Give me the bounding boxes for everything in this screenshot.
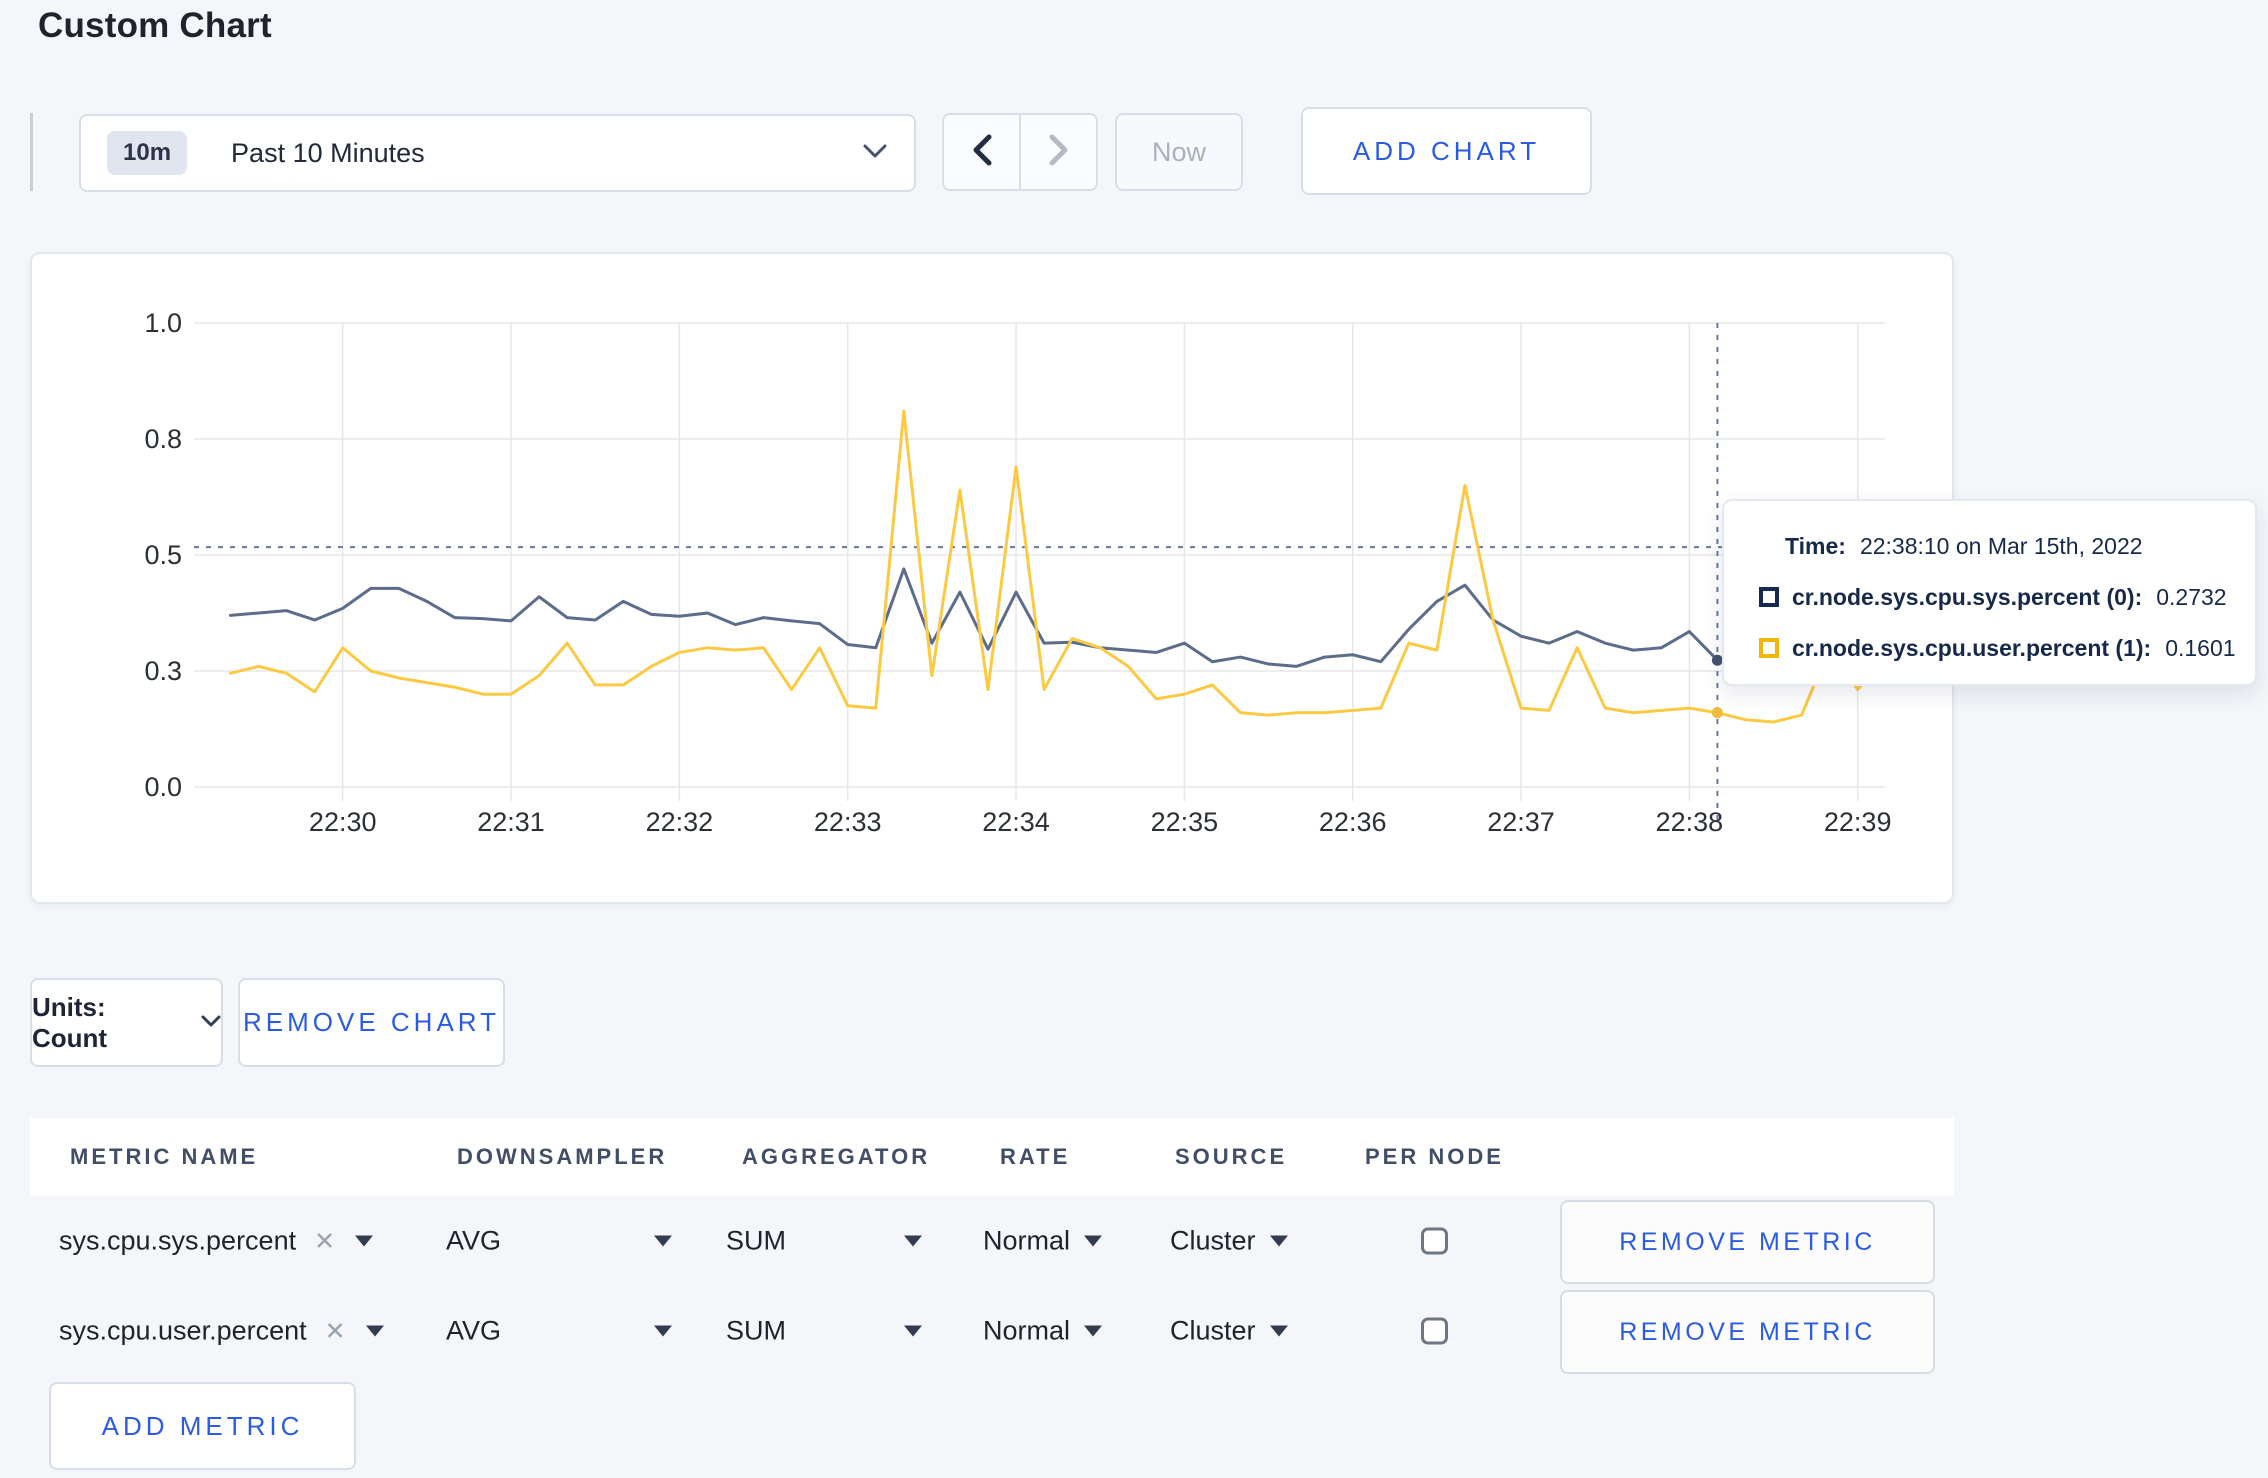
chevron-right-icon	[1048, 133, 1070, 172]
rate-value: Normal	[983, 1315, 1071, 1346]
tooltip-series-row: cr.node.sys.cpu.user.percent (1): 0.1601	[1759, 628, 2255, 668]
caret-down-icon	[365, 1325, 384, 1337]
metric-name-value: sys.cpu.sys.percent	[59, 1225, 297, 1256]
metric-name-value: sys.cpu.user.percent	[59, 1315, 307, 1346]
caret-down-icon	[355, 1235, 374, 1247]
tooltip-time-row: Time: 22:38:10 on Mar 15th, 2022	[1759, 526, 2255, 566]
chevron-down-icon	[862, 143, 888, 164]
tooltip-time-label: Time:	[1785, 532, 1846, 559]
aggregator-select[interactable]: SUM	[726, 1316, 922, 1347]
col-aggregator: AGGREGATOR	[742, 1144, 931, 1169]
metric-row: sys.cpu.sys.percent ✕ AVG SUM Normal Clu…	[30, 1196, 1954, 1286]
tooltip-series-label: cr.node.sys.cpu.sys.percent (0):	[1792, 583, 2143, 610]
series-user-swatch-icon	[1759, 638, 1779, 658]
page-title: Custom Chart	[38, 6, 272, 45]
source-value: Cluster	[1170, 1315, 1256, 1346]
aggregator-value: SUM	[726, 1315, 786, 1346]
time-window-badge: 10m	[107, 131, 188, 175]
next-time-button[interactable]	[1021, 115, 1096, 189]
svg-text:0.5: 0.5	[144, 540, 182, 570]
remove-metric-label: REMOVE METRIC	[1619, 1227, 1876, 1256]
svg-text:22:38: 22:38	[1656, 807, 1724, 837]
remove-chart-button[interactable]: REMOVE CHART	[238, 978, 505, 1067]
metric-name-select[interactable]: sys.cpu.user.percent ✕	[59, 1316, 384, 1347]
col-rate: RATE	[1000, 1144, 1071, 1169]
metric-row: sys.cpu.user.percent ✕ AVG SUM Normal Cl…	[30, 1286, 1954, 1376]
chart-card: 0.0 0.3 0.5 0.8 1.0 22:30 22:31 22:32 22:33 22:34…	[30, 252, 1954, 904]
svg-text:22:37: 22:37	[1487, 807, 1555, 837]
svg-text:22:34: 22:34	[982, 807, 1050, 837]
col-per-node: PER NODE	[1365, 1144, 1504, 1169]
units-dropdown[interactable]: Units: Count	[30, 978, 223, 1067]
timeseries-chart[interactable]: 0.0 0.3 0.5 0.8 1.0 22:30 22:31 22:32 22:33 22:34…	[32, 254, 1952, 902]
col-source: SOURCE	[1175, 1144, 1288, 1169]
add-chart-button[interactable]: ADD CHART	[1301, 107, 1592, 195]
svg-text:22:39: 22:39	[1824, 807, 1892, 837]
tooltip-series-label: cr.node.sys.cpu.user.percent (1):	[1792, 634, 2152, 661]
remove-chart-label: REMOVE CHART	[243, 1007, 500, 1037]
svg-text:0.8: 0.8	[144, 424, 182, 454]
chevron-left-icon	[971, 133, 993, 172]
toolbar-accent-divider	[30, 113, 33, 191]
tooltip-series-value: 0.2732	[2156, 583, 2227, 610]
metric-name-select[interactable]: sys.cpu.sys.percent ✕	[59, 1225, 374, 1257]
caret-down-icon	[1269, 1325, 1288, 1337]
clear-metric-icon[interactable]: ✕	[325, 1316, 346, 1346]
aggregator-value: SUM	[726, 1225, 786, 1256]
col-downsampler: DOWNSAMPLER	[457, 1144, 668, 1169]
caret-down-icon	[904, 1325, 922, 1337]
clear-metric-icon[interactable]: ✕	[314, 1226, 335, 1256]
svg-text:22:36: 22:36	[1319, 807, 1387, 837]
caret-down-icon	[904, 1235, 922, 1247]
chevron-down-icon	[201, 1014, 221, 1032]
metrics-table-header: METRIC NAME DOWNSAMPLER AGGREGATOR RATE …	[30, 1118, 1954, 1196]
svg-text:22:30: 22:30	[309, 807, 377, 837]
remove-metric-label: REMOVE METRIC	[1619, 1317, 1876, 1346]
tooltip-series-value: 0.1601	[2165, 634, 2236, 661]
rate-select[interactable]: Normal	[983, 1225, 1103, 1257]
downsampler-select[interactable]: AVG	[446, 1226, 672, 1257]
downsampler-value: AVG	[446, 1225, 502, 1256]
time-pager	[942, 113, 1098, 191]
col-metric-name: METRIC NAME	[70, 1144, 259, 1169]
chart-tooltip: Time: 22:38:10 on Mar 15th, 2022 cr.node…	[1722, 499, 2257, 686]
svg-text:0.3: 0.3	[144, 656, 182, 686]
svg-text:1.0: 1.0	[144, 308, 182, 338]
svg-text:22:32: 22:32	[646, 807, 714, 837]
downsampler-select[interactable]: AVG	[446, 1316, 672, 1347]
tooltip-time-value: 22:38:10 on Mar 15th, 2022	[1859, 532, 2143, 559]
now-button[interactable]: Now	[1115, 113, 1243, 191]
rate-select[interactable]: Normal	[983, 1315, 1103, 1347]
add-metric-button[interactable]: ADD METRIC	[49, 1382, 356, 1470]
series-sys-swatch-icon	[1759, 587, 1779, 607]
svg-text:22:35: 22:35	[1151, 807, 1219, 837]
source-select[interactable]: Cluster	[1170, 1316, 1288, 1347]
rate-value: Normal	[983, 1225, 1071, 1256]
add-chart-label: ADD CHART	[1352, 135, 1541, 166]
remove-metric-button[interactable]: REMOVE METRIC	[1560, 1290, 1935, 1374]
prev-time-button[interactable]	[944, 115, 1021, 189]
time-window-label: Past 10 Minutes	[231, 137, 425, 168]
aggregator-select[interactable]: SUM	[726, 1226, 922, 1257]
add-metric-label: ADD METRIC	[101, 1410, 304, 1441]
caret-down-icon	[1084, 1325, 1103, 1337]
caret-down-icon	[654, 1235, 672, 1247]
per-node-checkbox[interactable]	[1421, 1317, 1448, 1345]
time-window-dropdown[interactable]: 10m Past 10 Minutes	[79, 114, 916, 192]
svg-text:22:31: 22:31	[477, 807, 545, 837]
caret-down-icon	[654, 1325, 672, 1337]
svg-text:22:33: 22:33	[814, 807, 882, 837]
per-node-checkbox[interactable]	[1421, 1227, 1448, 1255]
caret-down-icon	[1269, 1235, 1288, 1247]
source-select[interactable]: Cluster	[1170, 1226, 1288, 1257]
downsampler-value: AVG	[446, 1315, 502, 1346]
caret-down-icon	[1084, 1235, 1103, 1247]
units-label: Units: Count	[32, 991, 108, 1053]
remove-metric-button[interactable]: REMOVE METRIC	[1560, 1200, 1935, 1284]
source-value: Cluster	[1170, 1225, 1256, 1256]
svg-text:0.0: 0.0	[144, 772, 182, 802]
tooltip-series-row: cr.node.sys.cpu.sys.percent (0): 0.2732	[1759, 577, 2255, 617]
